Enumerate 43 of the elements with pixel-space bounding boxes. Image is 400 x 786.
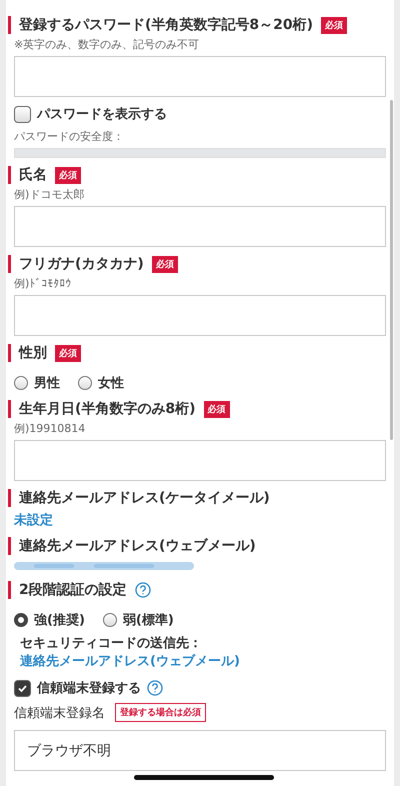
section-title: 登録するパスワード(半角英数字記号8～20桁) — [19, 16, 314, 34]
input-field[interactable] — [14, 440, 386, 481]
section-title: 氏名 — [19, 166, 47, 184]
checkbox[interactable] — [14, 106, 31, 122]
input-field[interactable] — [14, 56, 386, 97]
hint-text: 例)ﾄﾞｺﾓﾀﾛｳ — [14, 276, 72, 291]
strength-label: パスワードの安全度： — [14, 129, 125, 144]
send-to-text: セキュリティコードの送信先： 連絡先メールアドレス(ウェブメール) — [19, 635, 241, 671]
radio-icon[interactable] — [14, 613, 28, 627]
required-badge: 必須 — [152, 256, 178, 272]
checkbox[interactable] — [14, 680, 31, 696]
input-field[interactable] — [14, 206, 386, 247]
unset-link[interactable]: 未設定 — [14, 511, 386, 529]
radio-option[interactable]: 弱(標準) — [102, 611, 174, 629]
hint-text: 例)19910814 — [14, 421, 86, 436]
hint-text: ※英字のみ、数字のみ、記号のみ不可 — [14, 37, 200, 52]
required-badge: 登録する場合は必須 — [115, 703, 206, 722]
section-title: 連絡先メールアドレス(ウェブメール) — [19, 537, 256, 555]
help-icon[interactable] — [147, 680, 163, 696]
radio-icon[interactable] — [78, 376, 92, 390]
radio-icon[interactable] — [14, 376, 28, 390]
check-icon — [17, 682, 28, 694]
radio-option[interactable]: 強(推奨) — [14, 611, 85, 629]
checkbox-label[interactable]: 信頼端末登録する — [37, 679, 141, 697]
checkbox-label[interactable]: パスワードを表示する — [37, 105, 167, 123]
help-icon[interactable] — [134, 582, 151, 598]
radio-option[interactable]: 女性 — [78, 374, 124, 392]
input-field[interactable] — [14, 295, 386, 336]
section-title: 性別 — [19, 344, 47, 362]
section-title: 2段階認証の設定 — [19, 581, 127, 599]
email-link[interactable]: 連絡先メールアドレス(ウェブメール) — [20, 654, 240, 669]
section-title: 生年月日(半角数字のみ8桁) — [19, 400, 196, 418]
radio-option[interactable]: 男性 — [14, 374, 60, 392]
required-badge: 必須 — [321, 16, 348, 34]
required-badge: 必須 — [55, 344, 81, 362]
section-title: フリガナ(カタカナ) — [19, 255, 144, 273]
required-badge: 必須 — [204, 400, 230, 418]
radio-icon[interactable] — [102, 613, 117, 627]
hint-text: 例)ドコモ太郎 — [14, 187, 86, 202]
section-title: 連絡先メールアドレス(ケータイメール) — [19, 489, 270, 507]
input-field[interactable]: ブラウザ不明 — [14, 730, 386, 771]
required-badge: 必須 — [55, 166, 81, 184]
field-label: 信頼端末登録名 — [14, 704, 105, 722]
